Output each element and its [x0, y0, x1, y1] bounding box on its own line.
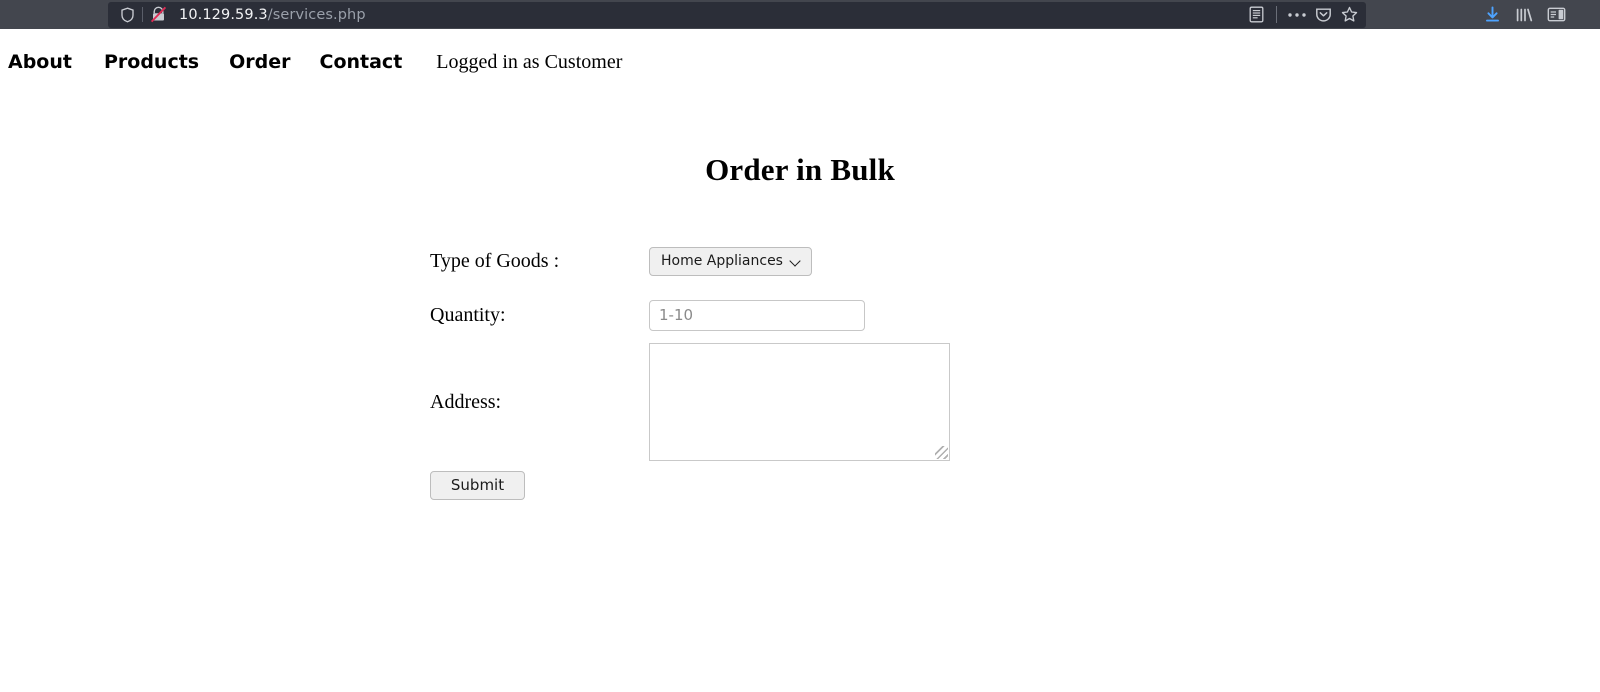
submit-button[interactable]: Submit	[430, 470, 525, 500]
nav-link-contact[interactable]: Contact	[320, 51, 403, 73]
library-icon[interactable]	[1508, 2, 1540, 28]
type-of-goods-selected-value: Home Appliances	[661, 253, 783, 269]
reader-mode-icon[interactable]	[1243, 4, 1269, 26]
address-textarea[interactable]	[649, 343, 950, 461]
login-status-text: Logged in as Customer	[436, 51, 623, 73]
urlbar-divider	[1276, 6, 1277, 23]
address-field-wrapper	[649, 343, 950, 461]
url-bar-spacer	[366, 2, 1243, 28]
toolbar-actions	[1476, 0, 1572, 29]
page-content: About Products Order Contact Logged in a…	[0, 29, 1600, 692]
bulk-order-form: Type of Goods : Home Appliances Quantity…	[0, 234, 1600, 508]
nav-link-products[interactable]: Products	[104, 51, 199, 73]
type-of-goods-select[interactable]: Home Appliances	[649, 246, 812, 276]
browser-toolbar: 10.129.59.3/services.php	[0, 0, 1600, 29]
shield-icon[interactable]	[114, 4, 140, 26]
type-of-goods-label: Type of Goods :	[430, 249, 560, 272]
form-row-quantity: Quantity:	[430, 288, 1600, 342]
url-host: 10.129.59.3	[179, 6, 268, 23]
identity-divider	[142, 7, 143, 22]
downloads-icon[interactable]	[1476, 2, 1508, 28]
page-actions-icon[interactable]	[1284, 4, 1310, 26]
bookmark-star-icon[interactable]	[1336, 4, 1362, 26]
url-path: /services.php	[267, 6, 366, 23]
sidebar-icon[interactable]	[1540, 2, 1572, 28]
nav-link-about[interactable]: About	[8, 51, 72, 73]
quantity-input[interactable]	[649, 299, 865, 331]
form-row-submit: Submit	[430, 462, 1600, 508]
urlbar-actions	[1243, 2, 1366, 28]
form-row-type-of-goods: Type of Goods : Home Appliances	[430, 234, 1600, 288]
identity-box[interactable]	[108, 2, 173, 28]
url-text[interactable]: 10.129.59.3/services.php	[173, 7, 366, 23]
chevron-down-icon	[791, 256, 802, 267]
address-label: Address:	[430, 390, 502, 413]
pocket-icon[interactable]	[1310, 4, 1336, 26]
page-title: Order in Bulk	[705, 152, 895, 187]
nav-link-order[interactable]: Order	[229, 51, 290, 73]
toolbar-left-spacer	[0, 0, 108, 29]
quantity-label: Quantity:	[430, 303, 506, 326]
url-bar[interactable]: 10.129.59.3/services.php	[108, 1, 1366, 28]
site-navigation: About Products Order Contact Logged in a…	[0, 29, 1600, 77]
insecure-connection-icon[interactable]	[145, 4, 171, 26]
form-row-address: Address:	[430, 342, 1600, 462]
